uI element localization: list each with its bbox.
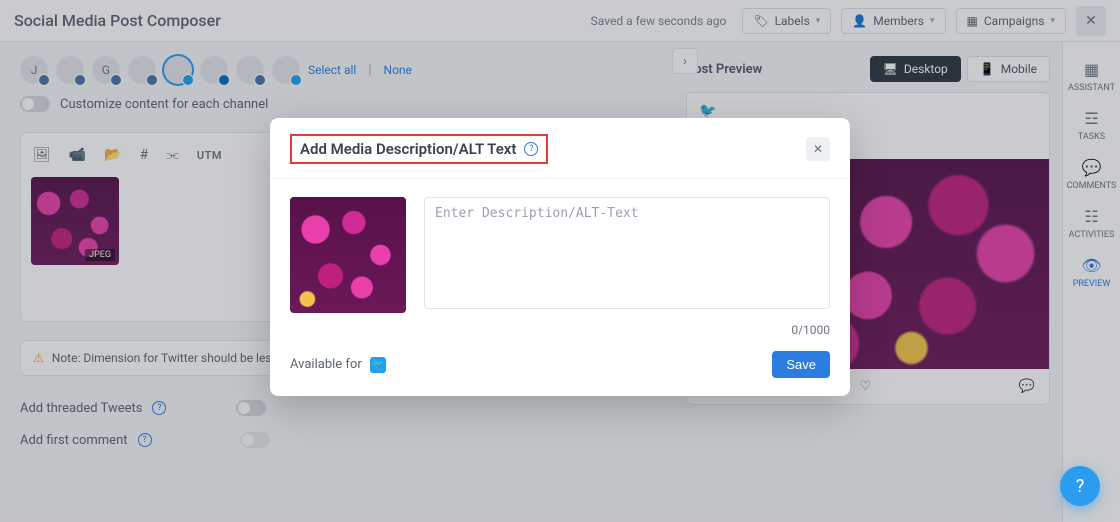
available-label: Available for bbox=[290, 357, 362, 372]
close-icon: ✕ bbox=[813, 142, 823, 156]
flower-image bbox=[290, 197, 406, 313]
modal-overlay: Add Media Description/ALT Text ? ✕ 0/100… bbox=[0, 0, 1120, 522]
help-icon[interactable]: ? bbox=[524, 142, 538, 156]
available-for: Available for 🐦 bbox=[290, 357, 386, 373]
question-icon: ? bbox=[1076, 476, 1085, 497]
modal-close-button[interactable]: ✕ bbox=[806, 137, 830, 161]
alt-text-input[interactable] bbox=[424, 197, 830, 309]
modal-title: Add Media Description/ALT Text bbox=[300, 140, 516, 158]
modal-title-highlight: Add Media Description/ALT Text ? bbox=[290, 134, 548, 164]
twitter-chip: 🐦 bbox=[370, 357, 386, 373]
modal-thumbnail bbox=[290, 197, 406, 313]
alt-text-modal: Add Media Description/ALT Text ? ✕ 0/100… bbox=[270, 118, 850, 396]
char-count: 0/1000 bbox=[270, 321, 850, 337]
help-fab[interactable]: ? bbox=[1060, 466, 1100, 506]
save-button[interactable]: Save bbox=[772, 351, 830, 378]
